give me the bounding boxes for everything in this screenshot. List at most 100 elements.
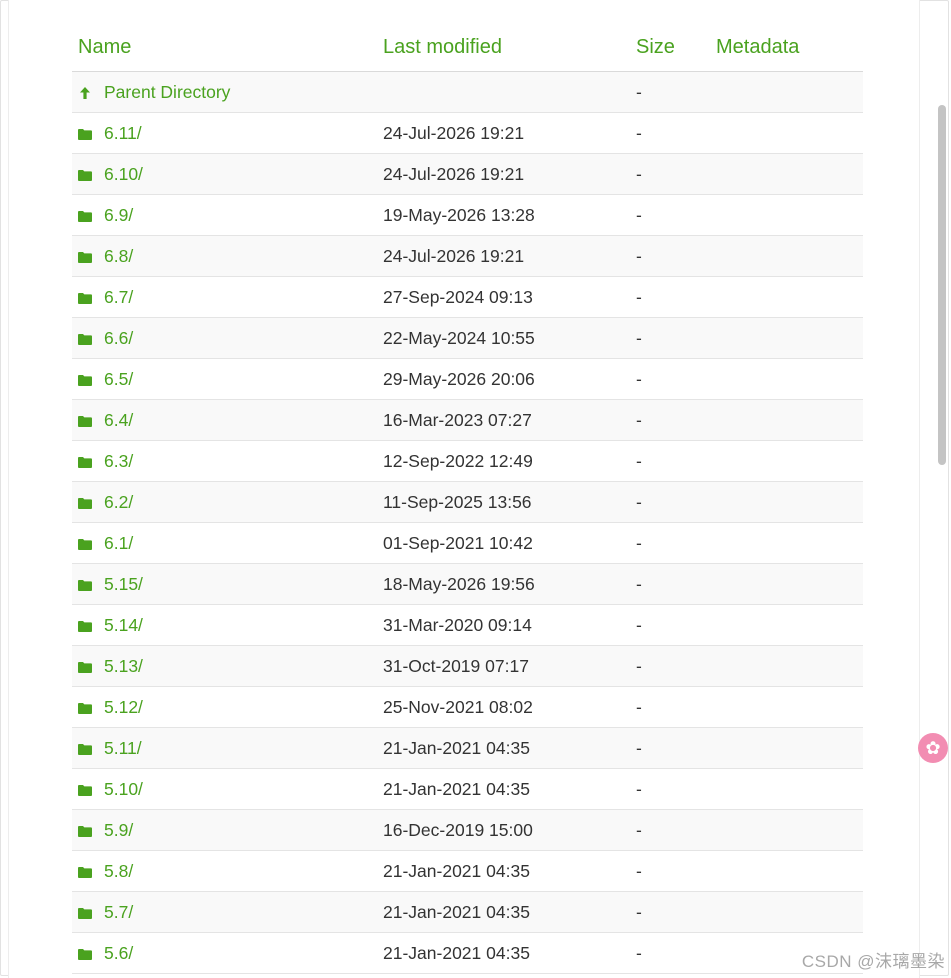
last-modified-cell: 27-Sep-2024 09:13 bbox=[377, 276, 630, 318]
folder-link[interactable]: 5.7/ bbox=[104, 902, 133, 922]
parent-directory-link[interactable]: Parent Directory bbox=[104, 82, 230, 102]
folder-link[interactable]: 6.6/ bbox=[104, 328, 133, 348]
folder-link[interactable]: 5.12/ bbox=[104, 697, 143, 717]
name-cell: 5.11/ bbox=[72, 727, 377, 769]
floating-assistant-icon[interactable]: ✿ bbox=[918, 733, 948, 763]
folder-icon bbox=[78, 620, 92, 632]
last-modified-cell: 29-May-2026 20:06 bbox=[377, 358, 630, 400]
folder-icon bbox=[78, 251, 92, 263]
folder-icon bbox=[78, 866, 92, 878]
folder-icon bbox=[78, 333, 92, 345]
name-cell: 5.8/ bbox=[72, 850, 377, 892]
size-cell: - bbox=[630, 276, 710, 318]
folder-link[interactable]: 6.8/ bbox=[104, 246, 133, 266]
name-cell: 6.3/ bbox=[72, 440, 377, 482]
folder-icon bbox=[78, 456, 92, 468]
folder-link[interactable]: 5.9/ bbox=[104, 820, 133, 840]
size-cell: - bbox=[630, 850, 710, 892]
metadata-cell bbox=[710, 399, 863, 441]
name-cell: 6.1/ bbox=[72, 522, 377, 564]
folder-link[interactable]: 5.10/ bbox=[104, 779, 143, 799]
last-modified-cell: 24-Jul-2026 19:21 bbox=[377, 112, 630, 154]
size-cell: - bbox=[630, 153, 710, 195]
folder-icon bbox=[78, 128, 92, 140]
size-cell: - bbox=[630, 768, 710, 810]
name-cell: 5.6/ bbox=[72, 932, 377, 974]
parent-directory-modified bbox=[377, 71, 630, 113]
table-row: 6.7/27-Sep-2024 09:13- bbox=[72, 276, 863, 318]
folder-link[interactable]: 6.4/ bbox=[104, 410, 133, 430]
name-cell: 5.7/ bbox=[72, 891, 377, 933]
folder-link[interactable]: 5.11/ bbox=[104, 738, 142, 758]
parent-directory-row: Parent Directory - bbox=[72, 71, 863, 113]
column-header-last-modified[interactable]: Last modified bbox=[377, 24, 630, 72]
size-cell: - bbox=[630, 194, 710, 236]
last-modified-cell: 24-Jul-2026 19:21 bbox=[377, 235, 630, 277]
parent-directory-size: - bbox=[630, 71, 710, 113]
folder-link[interactable]: 5.13/ bbox=[104, 656, 143, 676]
last-modified-cell: 25-Nov-2021 08:02 bbox=[377, 686, 630, 728]
column-header-metadata[interactable]: Metadata bbox=[710, 24, 863, 72]
last-modified-cell: 21-Jan-2021 04:35 bbox=[377, 727, 630, 769]
folder-link[interactable]: 6.9/ bbox=[104, 205, 133, 225]
last-modified-cell: 31-Mar-2020 09:14 bbox=[377, 604, 630, 646]
size-cell: - bbox=[630, 399, 710, 441]
folder-icon bbox=[78, 169, 92, 181]
folder-link[interactable]: 6.1/ bbox=[104, 533, 133, 553]
folder-link[interactable]: 6.10/ bbox=[104, 164, 143, 184]
name-cell: 5.9/ bbox=[72, 809, 377, 851]
folder-link[interactable]: 6.7/ bbox=[104, 287, 133, 307]
column-header-size[interactable]: Size bbox=[630, 24, 710, 72]
folder-link[interactable]: 5.8/ bbox=[104, 861, 133, 881]
name-cell: 6.11/ bbox=[72, 112, 377, 154]
table-row: 6.11/24-Jul-2026 19:21- bbox=[72, 112, 863, 154]
folder-link[interactable]: 5.14/ bbox=[104, 615, 143, 635]
folder-link[interactable]: 6.5/ bbox=[104, 369, 133, 389]
table-row: 5.9/16-Dec-2019 15:00- bbox=[72, 809, 863, 851]
name-cell: 6.9/ bbox=[72, 194, 377, 236]
size-cell: - bbox=[630, 522, 710, 564]
table-row: 5.11/21-Jan-2021 04:35- bbox=[72, 727, 863, 769]
scrollbar-thumb[interactable] bbox=[938, 105, 946, 465]
folder-icon bbox=[78, 661, 92, 673]
name-cell: 6.5/ bbox=[72, 358, 377, 400]
folder-link[interactable]: 6.11/ bbox=[104, 123, 142, 143]
last-modified-cell: 18-May-2026 19:56 bbox=[377, 563, 630, 605]
last-modified-cell: 24-Jul-2026 19:21 bbox=[377, 153, 630, 195]
table-row: 5.8/21-Jan-2021 04:35- bbox=[72, 850, 863, 892]
last-modified-cell: 22-May-2024 10:55 bbox=[377, 317, 630, 359]
size-cell: - bbox=[630, 358, 710, 400]
last-modified-cell: 21-Jan-2021 04:35 bbox=[377, 850, 630, 892]
folder-link[interactable]: 6.3/ bbox=[104, 451, 133, 471]
table-row: 6.4/16-Mar-2023 07:27- bbox=[72, 399, 863, 441]
folder-link[interactable]: 6.2/ bbox=[104, 492, 133, 512]
folder-link[interactable]: 5.15/ bbox=[104, 574, 143, 594]
name-cell: 6.10/ bbox=[72, 153, 377, 195]
size-cell: - bbox=[630, 440, 710, 482]
parent-directory-cell: Parent Directory bbox=[72, 71, 377, 113]
folder-link[interactable]: 5.6/ bbox=[104, 943, 133, 963]
name-cell: 6.7/ bbox=[72, 276, 377, 318]
vertical-scrollbar[interactable] bbox=[935, 0, 949, 978]
size-cell: - bbox=[630, 645, 710, 687]
table-row: 6.6/22-May-2024 10:55- bbox=[72, 317, 863, 359]
directory-listing-table: Name Last modified Size Metadata Parent … bbox=[72, 24, 863, 974]
folder-icon bbox=[78, 497, 92, 509]
column-header-name[interactable]: Name bbox=[72, 24, 377, 72]
folder-icon bbox=[78, 579, 92, 591]
size-cell: - bbox=[630, 604, 710, 646]
arrow-up-icon bbox=[78, 86, 92, 99]
size-cell: - bbox=[630, 727, 710, 769]
metadata-cell bbox=[710, 276, 863, 318]
name-cell: 5.12/ bbox=[72, 686, 377, 728]
name-cell: 5.13/ bbox=[72, 645, 377, 687]
metadata-cell bbox=[710, 645, 863, 687]
folder-icon bbox=[78, 702, 92, 714]
metadata-cell bbox=[710, 317, 863, 359]
size-cell: - bbox=[630, 481, 710, 523]
table-row: 6.3/12-Sep-2022 12:49- bbox=[72, 440, 863, 482]
size-cell: - bbox=[630, 235, 710, 277]
size-cell: - bbox=[630, 809, 710, 851]
folder-icon bbox=[78, 538, 92, 550]
size-cell: - bbox=[630, 112, 710, 154]
